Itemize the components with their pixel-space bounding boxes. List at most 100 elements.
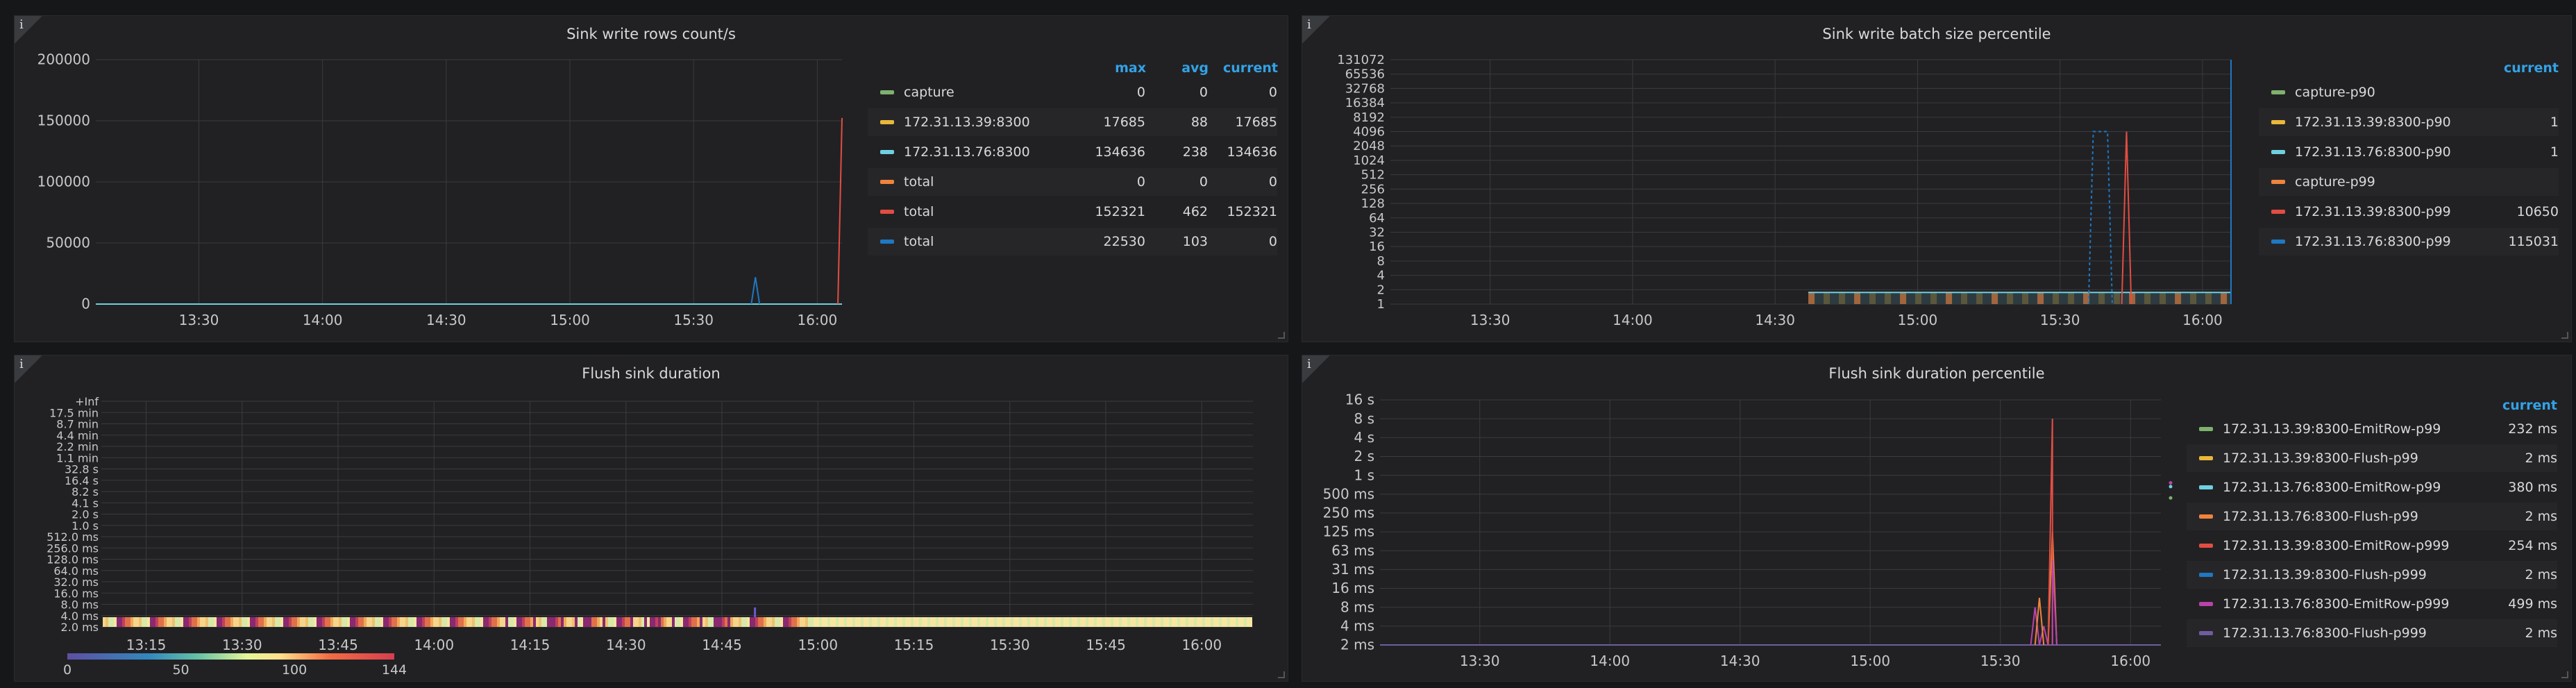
y-tick-label: 4 s bbox=[1354, 429, 1374, 446]
legend-swatch bbox=[2199, 514, 2213, 519]
heatmap-cell bbox=[1125, 617, 1127, 627]
legend-item[interactable]: capture-p99 bbox=[2259, 168, 2559, 196]
legend-item[interactable]: capture 0 0 0 bbox=[868, 78, 1277, 106]
heatmap-cell bbox=[1238, 617, 1241, 627]
heatmap-cell bbox=[986, 617, 988, 627]
legend-item[interactable]: 172.31.13.39:8300-Flush-p99 2 ms bbox=[2187, 444, 2557, 472]
legend-item[interactable]: total 22530 103 0 bbox=[868, 228, 1277, 255]
heatmap-cell bbox=[219, 617, 222, 627]
resize-handle[interactable] bbox=[2561, 671, 2568, 678]
heatmap-cell bbox=[211, 617, 214, 627]
heatmap-cell bbox=[297, 617, 300, 627]
legend-item[interactable]: 172.31.13.76:8300-p90 1 bbox=[2259, 138, 2559, 166]
heatmap-cell bbox=[322, 617, 325, 627]
heatmap-cell bbox=[383, 617, 386, 627]
heatmap-cell bbox=[741, 617, 744, 627]
legend-item[interactable]: 172.31.13.76:8300-Flush-p999 2 ms bbox=[2187, 619, 2557, 647]
legend-item[interactable]: total 152321 462 152321 bbox=[868, 198, 1277, 226]
resize-handle[interactable] bbox=[1278, 332, 1285, 339]
heatmap-cell bbox=[558, 617, 561, 627]
legend-value-max: 17685 bbox=[1103, 115, 1145, 130]
legend-item[interactable]: 172.31.13.39:8300-Flush-p999 2 ms bbox=[2187, 561, 2557, 589]
y-tick-label: 250 ms bbox=[1323, 505, 1374, 521]
heatmap-cell bbox=[927, 617, 930, 627]
heatmap-cell bbox=[722, 617, 725, 627]
legend-item[interactable]: total 0 0 0 bbox=[868, 168, 1277, 196]
heatmap-cell bbox=[969, 617, 972, 627]
legend-swatch bbox=[2271, 150, 2285, 154]
heatmap-cell bbox=[1202, 617, 1205, 627]
legend: capture 0 0 0 172.31.13.39:8300 17685 88 17685 1… bbox=[868, 78, 1277, 259]
y-tick-label: 65536 bbox=[1345, 67, 1385, 82]
legend-item[interactable]: 172.31.13.39:8300 17685 88 17685 bbox=[868, 108, 1277, 136]
heatmap-cell bbox=[1041, 617, 1044, 627]
legend-header-max[interactable]: max bbox=[1063, 60, 1146, 76]
heatmap-cell bbox=[422, 617, 425, 627]
heatmap-cell bbox=[1108, 617, 1111, 627]
legend-swatch bbox=[2199, 485, 2213, 489]
heatmap-cell bbox=[644, 617, 647, 627]
legend-value-current: 232 ms bbox=[2508, 421, 2557, 437]
legend-series-name: 172.31.13.76:8300-Flush-p999 bbox=[2223, 626, 2427, 641]
legend-item[interactable]: 172.31.13.39:8300-p90 1 bbox=[2259, 108, 2559, 136]
y-tick-label: 2 s bbox=[1354, 448, 1374, 464]
heatmap-cell bbox=[292, 617, 294, 627]
heatmap-cell bbox=[375, 617, 378, 627]
heatmap-cell bbox=[605, 617, 608, 627]
y-tick-label: 128 bbox=[1361, 196, 1385, 211]
heatmap-cell bbox=[214, 617, 217, 627]
heatmap-cell bbox=[475, 617, 478, 627]
legend-header-current[interactable]: current bbox=[2504, 60, 2559, 76]
heatmap-cell bbox=[689, 617, 691, 627]
heatmap-cell bbox=[536, 617, 539, 627]
heatmap-cell bbox=[736, 617, 739, 627]
legend-header-current[interactable]: current bbox=[2502, 398, 2557, 413]
heatmap-cell bbox=[194, 617, 197, 627]
legend-item[interactable]: 172.31.13.76:8300-EmitRow-p999 499 ms bbox=[2187, 590, 2557, 618]
resize-handle[interactable] bbox=[2561, 332, 2568, 339]
legend-series-name: total bbox=[904, 234, 934, 249]
legend-header-avg[interactable]: avg bbox=[1146, 60, 1209, 76]
legend-item[interactable]: 172.31.13.76:8300-p99 115031 bbox=[2259, 228, 2559, 255]
heatmap-cell bbox=[353, 617, 355, 627]
heatmap-cell bbox=[572, 617, 575, 627]
colorbar-tick-label: 100 bbox=[282, 662, 307, 678]
heatmap-cell bbox=[328, 617, 330, 627]
heatmap-cell bbox=[1119, 617, 1122, 627]
legend-header: current bbox=[2455, 395, 2557, 416]
legend-item[interactable]: 172.31.13.76:8300 134636 238 134636 bbox=[868, 138, 1277, 166]
legend-item[interactable]: 172.31.13.76:8300-Flush-p99 2 ms bbox=[2187, 503, 2557, 530]
x-tick-label: 13:30 bbox=[1470, 312, 1510, 328]
heatmap-cell bbox=[283, 617, 286, 627]
legend-item[interactable]: 172.31.13.39:8300-EmitRow-p999 254 ms bbox=[2187, 532, 2557, 560]
legend-item[interactable]: 172.31.13.39:8300-EmitRow-p99 232 ms bbox=[2187, 415, 2557, 443]
legend-item[interactable]: 172.31.13.76:8300-EmitRow-p99 380 ms bbox=[2187, 473, 2557, 501]
heatmap-cell bbox=[789, 617, 791, 627]
heatmap-cell bbox=[425, 617, 428, 627]
band-segment bbox=[1808, 292, 1815, 304]
heatmap-cell bbox=[522, 617, 525, 627]
legend-swatch bbox=[2199, 602, 2213, 606]
heatmap-cell bbox=[344, 617, 347, 627]
x-tick-label: 15:30 bbox=[2040, 312, 2080, 328]
heatmap-cell bbox=[691, 617, 694, 627]
legend-header: current bbox=[2482, 58, 2559, 78]
heatmap-cell bbox=[1216, 617, 1219, 627]
band-segment bbox=[2007, 292, 2014, 304]
heatmap-cell bbox=[330, 617, 333, 627]
legend-series-name: 172.31.13.76:8300-EmitRow-p999 bbox=[2223, 596, 2450, 612]
legend-value-current: 2 ms bbox=[2525, 451, 2557, 466]
heatmap-cell bbox=[897, 617, 900, 627]
heatmap-cell bbox=[694, 617, 697, 627]
heatmap-cell bbox=[666, 617, 669, 627]
heatmap-cell bbox=[514, 617, 516, 627]
legend-item[interactable]: capture-p90 bbox=[2259, 78, 2559, 106]
heatmap-cell bbox=[267, 617, 269, 627]
legend-header-current[interactable]: current bbox=[1209, 60, 1278, 76]
heatmap-cell bbox=[633, 617, 636, 627]
heatmap-cell bbox=[603, 617, 605, 627]
legend-item[interactable]: 172.31.13.39:8300-p99 10650 bbox=[2259, 198, 2559, 226]
heatmap-cell bbox=[739, 617, 741, 627]
y-tick-label: 64 bbox=[1369, 211, 1385, 226]
resize-handle[interactable] bbox=[1278, 671, 1285, 678]
